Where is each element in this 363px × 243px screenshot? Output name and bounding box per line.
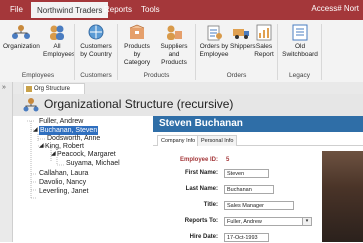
tree-node[interactable]: Peacock, Margaret: [57, 150, 116, 159]
org-chart-icon: [11, 23, 31, 41]
expand-chevron-icon[interactable]: »: [2, 84, 6, 91]
shippers-button[interactable]: Shippers: [230, 23, 256, 51]
tab-northwind-traders[interactable]: Northwind Traders: [31, 2, 109, 20]
products-by-category-label: Products by Category: [123, 43, 151, 66]
reports-to-value: Fuller, Andrew: [227, 219, 262, 225]
suppliers-and-products-button[interactable]: Suppliers and Products: [156, 23, 192, 67]
customers-by-country-label: Customers by Country: [80, 43, 112, 58]
globe-people-icon: [86, 23, 106, 41]
sales-report-label: Sales Report: [254, 43, 274, 58]
all-employees-label: All Employees: [43, 43, 76, 58]
employee-id-label: Employee ID:: [179, 157, 218, 163]
customers-by-country-button[interactable]: Customers by Country: [78, 23, 114, 59]
title-field[interactable]: Sales Manager: [224, 201, 294, 210]
last-name-label: Last Name:: [185, 186, 218, 192]
ribbon: Organization All Employees Customers by …: [0, 20, 363, 83]
tab-file[interactable]: File: [10, 5, 23, 14]
organization-label: Organization: [3, 43, 40, 50]
employee-photo: [322, 151, 363, 242]
people-icon: [47, 23, 67, 41]
navigation-pane[interactable]: »: [0, 82, 13, 242]
form-icon: [26, 86, 32, 92]
products-by-category-button[interactable]: Products by Category: [120, 23, 154, 67]
old-switchboard-button[interactable]: Old Switchboard: [281, 23, 319, 59]
first-name-label: First Name:: [184, 170, 218, 176]
page-title: Organizational Structure (recursive): [44, 97, 234, 111]
old-switchboard-label: Old Switchboard: [282, 43, 318, 58]
document-tab-label: Org Structure: [34, 86, 71, 92]
group-orders: Orders: [226, 72, 247, 79]
tree-node[interactable]: Fuller, Andrew: [39, 117, 83, 126]
orders-icon: [204, 23, 224, 41]
group-customers: Customers: [80, 72, 112, 79]
reports-to-select[interactable]: Fuller, Andrew ▾: [224, 217, 312, 226]
title-label: Title:: [203, 202, 218, 208]
tab-personal-info[interactable]: Personal Info: [197, 135, 238, 146]
tree-node[interactable]: Leverling, Janet: [39, 187, 88, 196]
all-employees-button[interactable]: All Employees: [43, 23, 75, 59]
org-structure-form: Organizational Structure (recursive) Ful…: [13, 94, 363, 242]
organization-button[interactable]: Organization: [3, 23, 40, 51]
hire-date-label: Hire Date:: [189, 234, 218, 240]
report-chart-icon: [254, 23, 274, 41]
collapse-icon[interactable]: ◢: [39, 142, 44, 151]
ribbon-tabs: File Northwind Traders Reports Tools: [0, 0, 363, 20]
group-employees: Employees: [21, 72, 55, 79]
form-header: Organizational Structure (recursive): [13, 94, 363, 116]
tab-reports[interactable]: Reports: [104, 5, 132, 14]
collapse-icon[interactable]: ◢: [33, 126, 38, 135]
box-icon: [127, 23, 147, 41]
tab-company-info[interactable]: Company Info: [157, 135, 200, 146]
supplier-icon: [164, 23, 184, 41]
tree-node[interactable]: Suyama, Michael: [66, 159, 120, 168]
reports-to-label: Reports To:: [184, 218, 218, 224]
orders-by-employee-label: Orders by Employee: [199, 43, 229, 58]
truck-icon: [231, 23, 251, 41]
first-name-field[interactable]: Steven: [224, 169, 269, 178]
switchboard-icon: [290, 23, 310, 41]
last-name-field[interactable]: Buchanan: [224, 185, 274, 194]
org-tree[interactable]: Fuller, Andrew ◢ Buchanan, Steven Dodswo…: [13, 116, 153, 242]
detail-tabs: Company Info Personal Info: [153, 134, 363, 146]
tree-node[interactable]: Davolio, Nancy: [39, 178, 86, 187]
org-chart-icon: [23, 97, 39, 113]
orders-by-employee-button[interactable]: Orders by Employee: [199, 23, 229, 59]
employee-name-header: Steven Buchanan: [153, 116, 363, 132]
sales-report-button[interactable]: Sales Report: [254, 23, 274, 59]
suppliers-and-products-label: Suppliers and Products: [160, 43, 188, 66]
tab-org-structure[interactable]: Org Structure: [23, 83, 85, 94]
ribbon-divider: [321, 24, 322, 80]
group-products: Products: [143, 72, 170, 79]
shippers-label: Shippers: [230, 43, 256, 50]
tab-tools[interactable]: Tools: [141, 5, 160, 14]
employee-id-value: 5: [226, 157, 230, 163]
chevron-down-icon[interactable]: ▾: [302, 218, 311, 225]
group-legacy: Legacy: [289, 72, 310, 79]
hire-date-field[interactable]: 17-Oct-1993: [224, 233, 269, 242]
tree-node[interactable]: Callahan, Laura: [39, 169, 88, 178]
collapse-icon[interactable]: ◢: [51, 150, 56, 159]
